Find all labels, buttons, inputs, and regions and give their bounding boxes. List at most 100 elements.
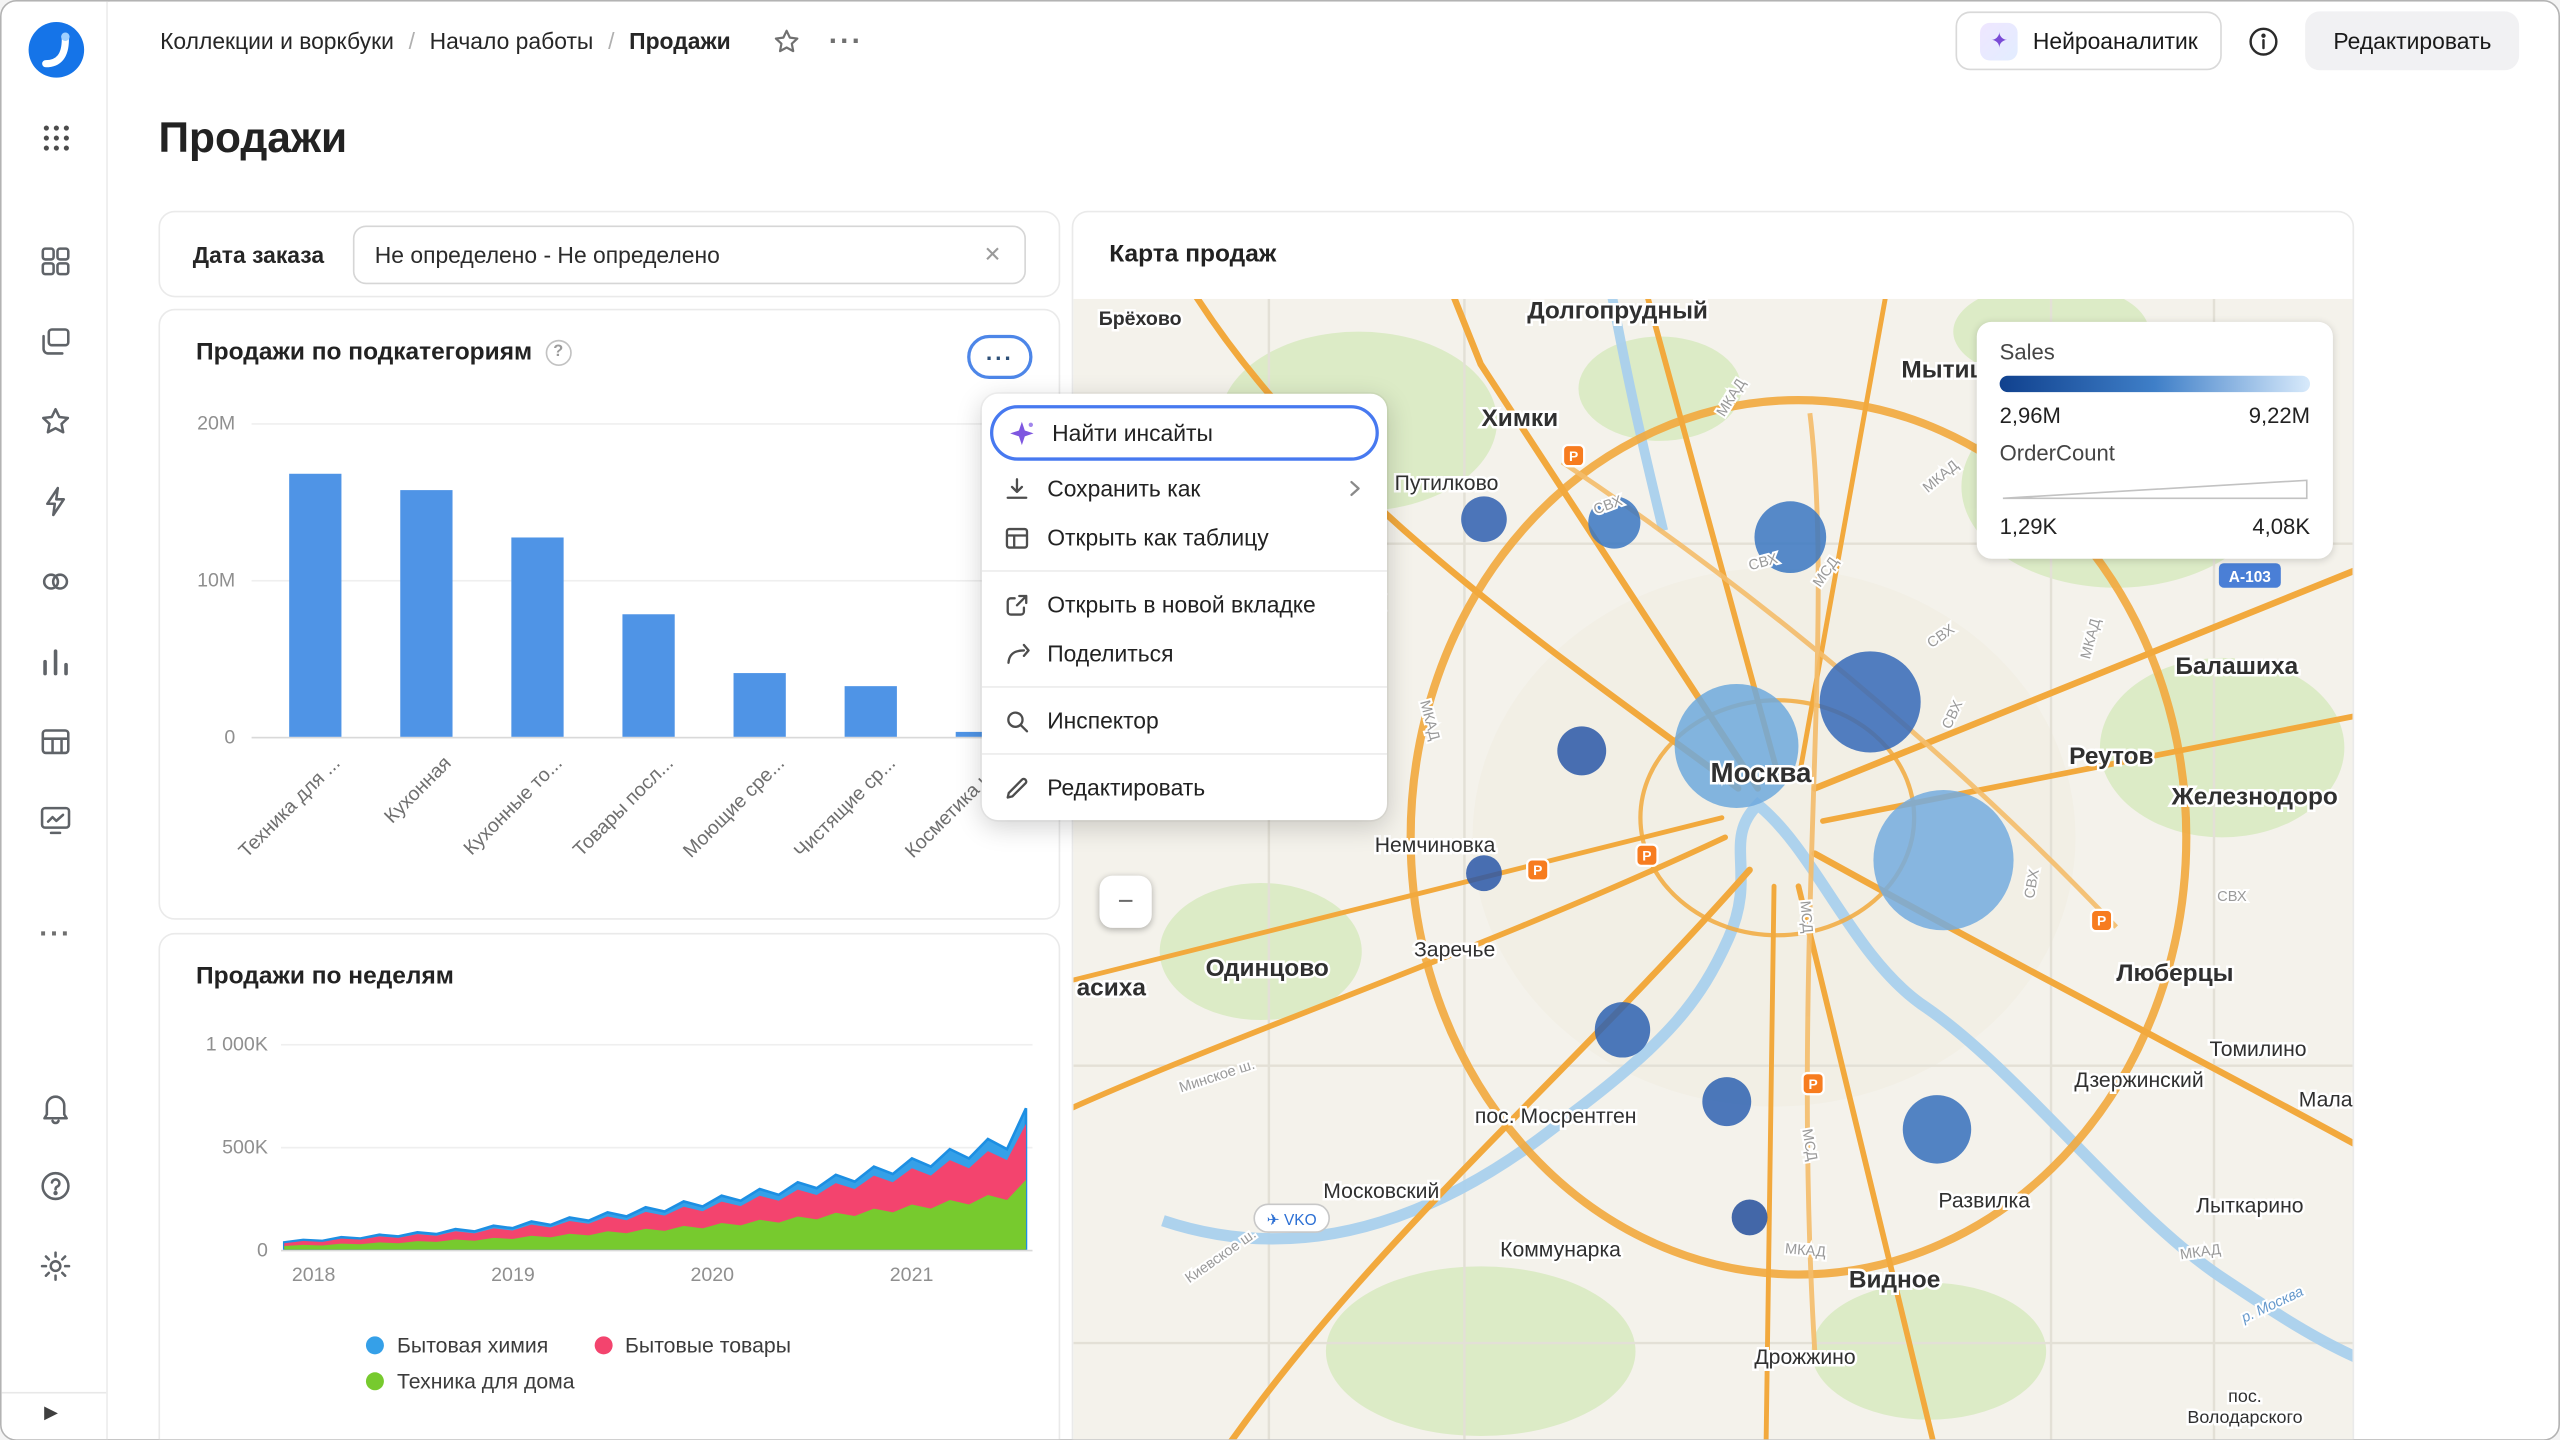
road-label: МСД bbox=[1796, 900, 1815, 934]
tables-icon[interactable] bbox=[34, 720, 76, 762]
sales-bubble[interactable] bbox=[1675, 684, 1799, 808]
dashboards-icon[interactable] bbox=[34, 240, 76, 282]
menu-item[interactable]: Открыть как таблицу bbox=[982, 513, 1387, 562]
bar[interactable] bbox=[511, 537, 563, 736]
map-city-label: Долгопрудный bbox=[1527, 299, 1708, 325]
shortcuts-icon[interactable] bbox=[34, 480, 76, 522]
map-city-label: Дзержинский bbox=[2074, 1069, 2203, 1092]
breadcrumb-more-icon[interactable]: ··· bbox=[829, 33, 863, 49]
sales-bubble[interactable] bbox=[1873, 790, 2013, 930]
breadcrumb-separator: / bbox=[608, 28, 614, 54]
menu-item[interactable]: Инспектор bbox=[982, 696, 1387, 745]
date-filter-card: Дата заказа Не определено - Не определен… bbox=[158, 211, 1060, 298]
bars-layer: Техника для ...КухоннаяКухонные то...Тов… bbox=[160, 310, 1059, 918]
bar[interactable] bbox=[734, 673, 786, 737]
transit-badge: Р bbox=[1563, 445, 1584, 466]
bar[interactable] bbox=[400, 490, 452, 737]
sales-bubble[interactable] bbox=[1595, 1002, 1650, 1057]
bar[interactable] bbox=[845, 686, 897, 737]
weekly-chart-title: Продажи по неделям bbox=[196, 962, 454, 990]
page-title: Продажи bbox=[158, 113, 347, 164]
legend-label: Бытовая химия bbox=[397, 1333, 548, 1358]
favorites-icon[interactable] bbox=[34, 400, 76, 442]
menu-divider bbox=[982, 570, 1387, 572]
zoom-out-button[interactable]: − bbox=[1099, 876, 1151, 928]
legend-item[interactable]: Техника для дома bbox=[366, 1369, 575, 1394]
sidebar-divider bbox=[2, 1392, 107, 1394]
menu-item[interactable]: Открыть в новой вкладке bbox=[982, 580, 1387, 629]
expand-sidebar-icon[interactable]: ▶ bbox=[44, 1402, 58, 1423]
menu-item[interactable]: Сохранить как bbox=[982, 464, 1387, 513]
sales-bubble[interactable] bbox=[1732, 1199, 1768, 1235]
x-tick: 2019 bbox=[477, 1263, 549, 1286]
sales-min: 2,96М bbox=[2000, 404, 2061, 429]
sales-bubble[interactable] bbox=[1903, 1095, 1971, 1164]
datalens-logo-icon[interactable] bbox=[26, 20, 86, 80]
svg-text:А-103: А-103 bbox=[2229, 569, 2272, 586]
bar[interactable] bbox=[289, 474, 341, 737]
menu-item[interactable]: Редактировать bbox=[982, 763, 1387, 812]
legend-item[interactable]: Бытовая химия bbox=[366, 1333, 548, 1358]
x-tick: 2021 bbox=[876, 1263, 948, 1286]
legend-label: Техника для дома bbox=[397, 1369, 575, 1394]
context-menu: Найти инсайты Сохранить как Открыть как та… bbox=[982, 394, 1387, 820]
bar[interactable] bbox=[622, 614, 674, 737]
svg-text:Р: Р bbox=[1809, 1076, 1818, 1092]
map-city-label: Люберцы bbox=[2116, 960, 2233, 987]
map-city-label: Лыткарино bbox=[2196, 1195, 2303, 1218]
sales-bubble[interactable] bbox=[1557, 726, 1606, 775]
map-city-label: Брёхово bbox=[1099, 308, 1182, 330]
share-icon bbox=[1003, 640, 1031, 668]
legend-dot bbox=[366, 1336, 384, 1354]
breadcrumb-current: Продажи bbox=[629, 28, 731, 54]
map-city-label: Дрожжино bbox=[1754, 1346, 1855, 1369]
weekly-chart-card: Продажи по неделям 1 000K 500K 0 2018 20… bbox=[158, 933, 1060, 1440]
context-menu-items: Найти инсайты Сохранить как Открыть как та… bbox=[982, 405, 1387, 812]
sales-map-title: Карта продаж bbox=[1109, 240, 1276, 268]
sparkle-icon: ✦ bbox=[1981, 22, 2019, 60]
neuro-analyst-button[interactable]: ✦ Нейроаналитик bbox=[1956, 11, 2222, 70]
info-icon[interactable] bbox=[2247, 24, 2281, 58]
date-range-input[interactable]: Не определено - Не определено ✕ bbox=[354, 225, 1026, 284]
y-tick: 0 bbox=[183, 1238, 268, 1261]
menu-divider bbox=[982, 753, 1387, 755]
collections-icon[interactable] bbox=[34, 320, 76, 362]
map-city-label: Балашиха bbox=[2175, 653, 2298, 680]
filter-label: Дата заказа bbox=[193, 241, 324, 267]
clear-filter-icon[interactable]: ✕ bbox=[980, 241, 1004, 267]
map-city-label: Химки bbox=[1482, 405, 1559, 432]
charts-icon[interactable] bbox=[34, 640, 76, 682]
y-tick: 1 000K bbox=[183, 1032, 268, 1055]
map-city-label: Одинцово bbox=[1206, 955, 1329, 982]
help-icon[interactable] bbox=[34, 1165, 76, 1207]
legend-dot bbox=[594, 1336, 612, 1354]
legend-item[interactable]: Бытовые товары bbox=[594, 1333, 791, 1358]
connections-icon[interactable] bbox=[34, 560, 76, 602]
sales-gradient-bar bbox=[2000, 376, 2310, 392]
breadcrumb-separator: / bbox=[409, 28, 415, 54]
monitoring-icon[interactable] bbox=[34, 799, 76, 841]
transit-badge: Р bbox=[1803, 1073, 1824, 1094]
map-city-label: Московский bbox=[1323, 1180, 1439, 1203]
edit-button[interactable]: Редактировать bbox=[2306, 11, 2520, 70]
apps-grid-icon[interactable] bbox=[34, 116, 76, 158]
sales-bubble[interactable] bbox=[1466, 855, 1502, 891]
favorite-star-icon[interactable] bbox=[772, 25, 803, 56]
breadcrumb-collections[interactable]: Коллекции и воркбуки bbox=[160, 28, 394, 54]
breadcrumb-getting-started[interactable]: Начало работы bbox=[430, 28, 594, 54]
top-bar: Коллекции и воркбуки / Начало работы / П… bbox=[109, 2, 2558, 80]
sales-bubble[interactable] bbox=[1820, 651, 1921, 752]
map-city-label: Железнодоро bbox=[2171, 784, 2338, 811]
menu-item[interactable]: Найти инсайты bbox=[990, 405, 1379, 461]
neuro-analyst-label: Нейроаналитик bbox=[2033, 28, 2198, 54]
menu-item[interactable]: Поделиться bbox=[982, 629, 1387, 678]
sidebar-more-icon[interactable]: ··· bbox=[34, 913, 76, 955]
menu-item-label: Сохранить как bbox=[1047, 475, 1326, 501]
airport-badge: ✈ VKO bbox=[1254, 1204, 1329, 1232]
sales-legend-label: Sales bbox=[2000, 340, 2310, 365]
notifications-icon[interactable] bbox=[34, 1086, 76, 1128]
svg-text:Р: Р bbox=[1533, 862, 1542, 878]
sales-bubble[interactable] bbox=[1461, 496, 1507, 542]
settings-icon[interactable] bbox=[34, 1245, 76, 1287]
sales-bubble[interactable] bbox=[1702, 1077, 1751, 1126]
